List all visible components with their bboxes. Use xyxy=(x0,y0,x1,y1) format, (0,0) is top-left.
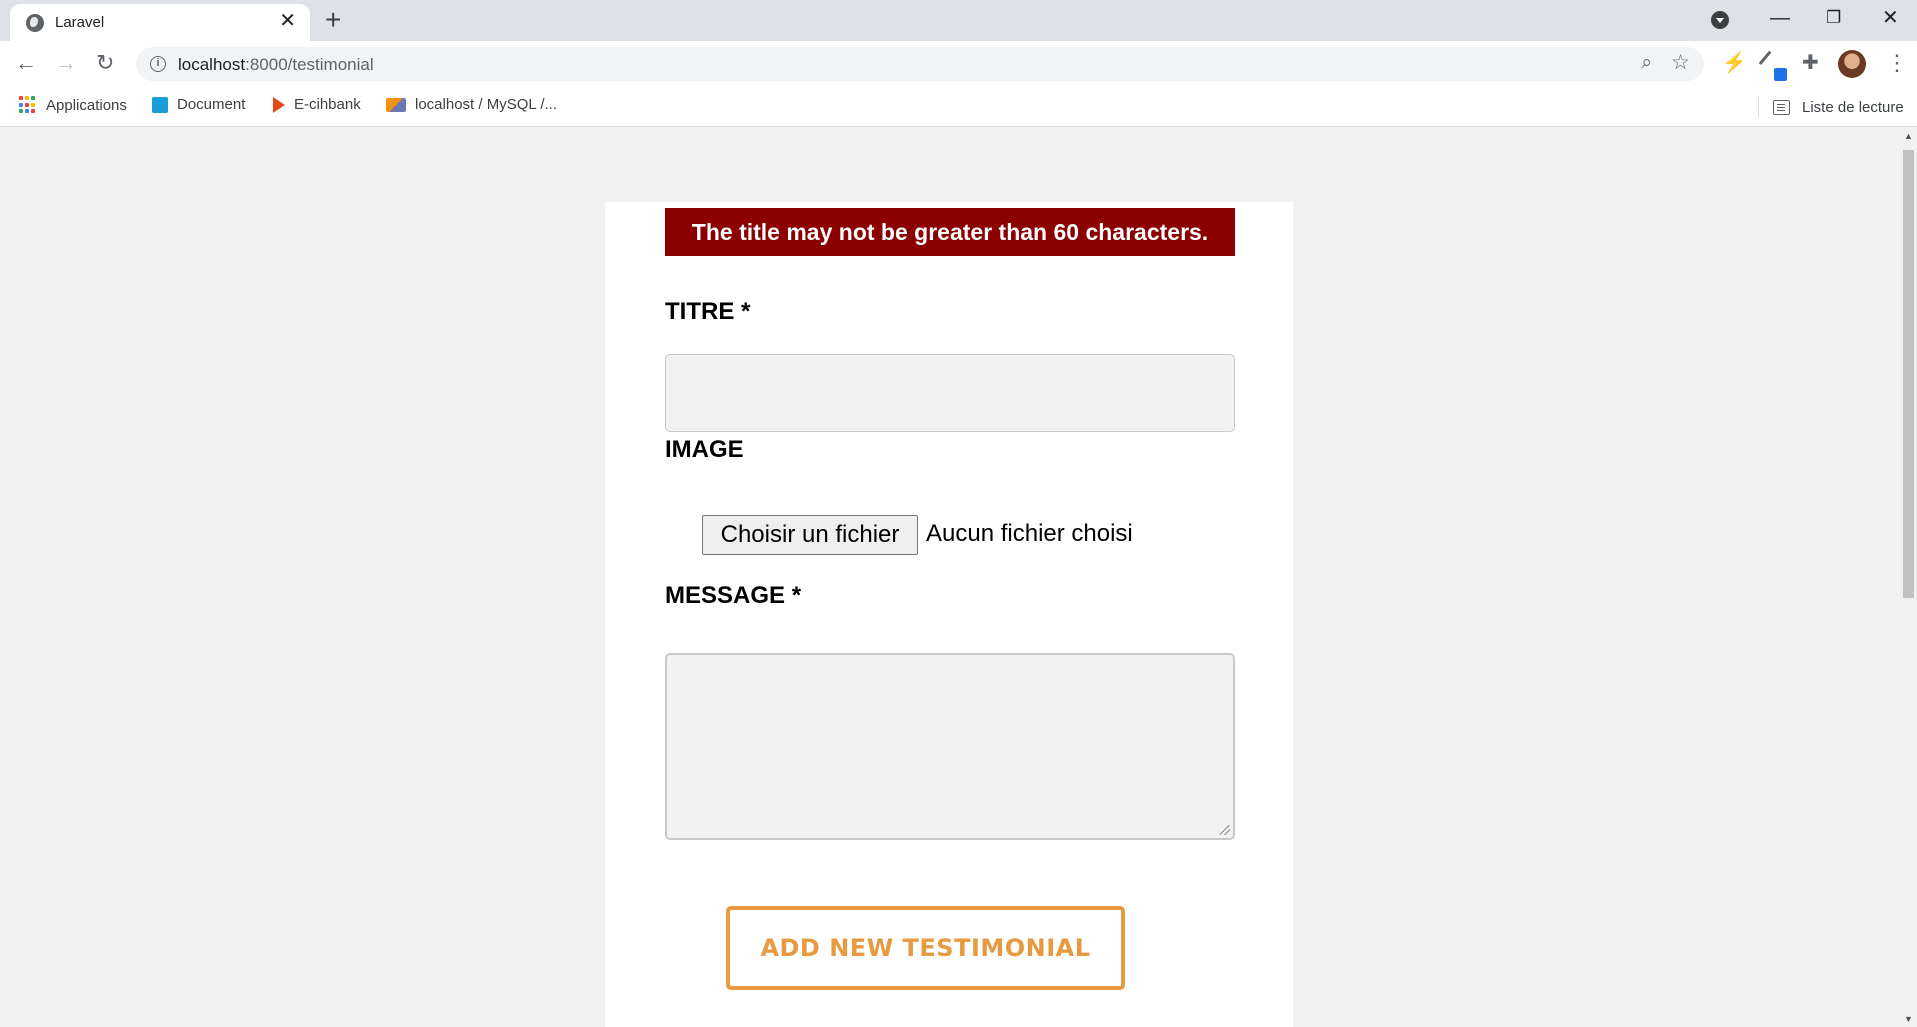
info-icon[interactable]: i xyxy=(150,56,166,72)
bookmark-label: localhost / MySQL /... xyxy=(415,96,557,113)
reading-list-label: Liste de lecture xyxy=(1802,98,1904,116)
browser-tab[interactable]: Laravel ✕ xyxy=(10,4,310,41)
tab-search-icon[interactable] xyxy=(1711,11,1729,29)
extension-bolt-icon[interactable]: ⚡ xyxy=(1722,50,1747,75)
menu-icon[interactable]: ⋮ xyxy=(1886,49,1908,77)
profile-avatar[interactable] xyxy=(1838,50,1866,78)
message-textarea[interactable] xyxy=(665,653,1235,840)
tab-title: Laravel xyxy=(55,14,105,31)
bookmark-star-icon[interactable]: ☆ xyxy=(1671,50,1690,75)
reading-list-icon xyxy=(1773,99,1790,115)
bookmark-label: Applications xyxy=(46,96,127,114)
scroll-up-icon[interactable]: ▲ xyxy=(1904,131,1913,141)
apps-grid-icon xyxy=(19,96,37,114)
file-status-text: Aucun fichier choisi xyxy=(926,520,1133,547)
scroll-down-icon[interactable]: ▼ xyxy=(1904,1014,1913,1024)
bookmark-applications[interactable]: Applications xyxy=(19,96,127,114)
new-tab-icon[interactable]: + xyxy=(325,6,341,34)
restore-icon[interactable]: ❐ xyxy=(1826,4,1841,32)
zoom-icon[interactable]: ⌕ xyxy=(1641,52,1652,74)
title-label: TITRE * xyxy=(665,298,751,325)
globe-icon xyxy=(26,14,44,32)
reading-list-button[interactable]: Liste de lecture xyxy=(1773,87,1904,127)
bookmark-ecihbank[interactable]: E-cihbank xyxy=(273,96,361,113)
phpmyadmin-icon xyxy=(386,97,406,112)
choose-file-button[interactable]: Choisir un fichier xyxy=(702,515,918,555)
tab-strip: Laravel ✕ + — ❐ ✕ xyxy=(0,0,1917,41)
vertical-scrollbar[interactable]: ▲ ▼ xyxy=(1900,128,1917,1027)
add-testimonial-button[interactable]: ADD NEW TESTIMONIAL xyxy=(726,906,1125,990)
document-icon xyxy=(152,96,168,113)
testimonial-form-card: The title may not be greater than 60 cha… xyxy=(605,202,1293,1027)
minimize-icon[interactable]: — xyxy=(1770,4,1790,32)
browser-toolbar: ← → ↻ i localhost:8000/testimonial ⌕ ☆ ⚡… xyxy=(0,41,1917,87)
close-tab-icon[interactable]: ✕ xyxy=(279,11,296,31)
cihbank-icon xyxy=(273,96,285,113)
error-alert: The title may not be greater than 60 cha… xyxy=(665,208,1235,256)
bookmarks-separator xyxy=(1758,96,1759,118)
url-text: localhost:8000/testimonial xyxy=(178,55,374,74)
reload-icon[interactable]: ↻ xyxy=(96,49,114,77)
extensions-puzzle-icon[interactable]: ✚ xyxy=(1802,50,1819,75)
bookmarks-bar: Applications Document E-cihbank localhos… xyxy=(0,87,1917,127)
extension-badge-icon xyxy=(1774,68,1787,81)
bookmark-document[interactable]: Document xyxy=(152,96,245,113)
bookmark-label: Document xyxy=(177,96,246,113)
message-label: MESSAGE * xyxy=(665,582,802,609)
bookmark-phpmyadmin[interactable]: localhost / MySQL /... xyxy=(386,96,557,113)
title-input[interactable] xyxy=(665,354,1235,432)
bookmark-label: E-cihbank xyxy=(294,96,361,113)
back-icon[interactable]: ← xyxy=(15,49,37,77)
page-viewport: The title may not be greater than 60 cha… xyxy=(0,128,1900,1027)
image-label: IMAGE xyxy=(665,436,744,463)
close-window-icon[interactable]: ✕ xyxy=(1882,4,1899,32)
forward-icon[interactable]: → xyxy=(55,49,77,77)
address-bar[interactable]: i localhost:8000/testimonial ⌕ ☆ xyxy=(136,47,1704,81)
resize-handle-icon[interactable] xyxy=(1220,825,1230,835)
scroll-thumb[interactable] xyxy=(1903,150,1914,598)
